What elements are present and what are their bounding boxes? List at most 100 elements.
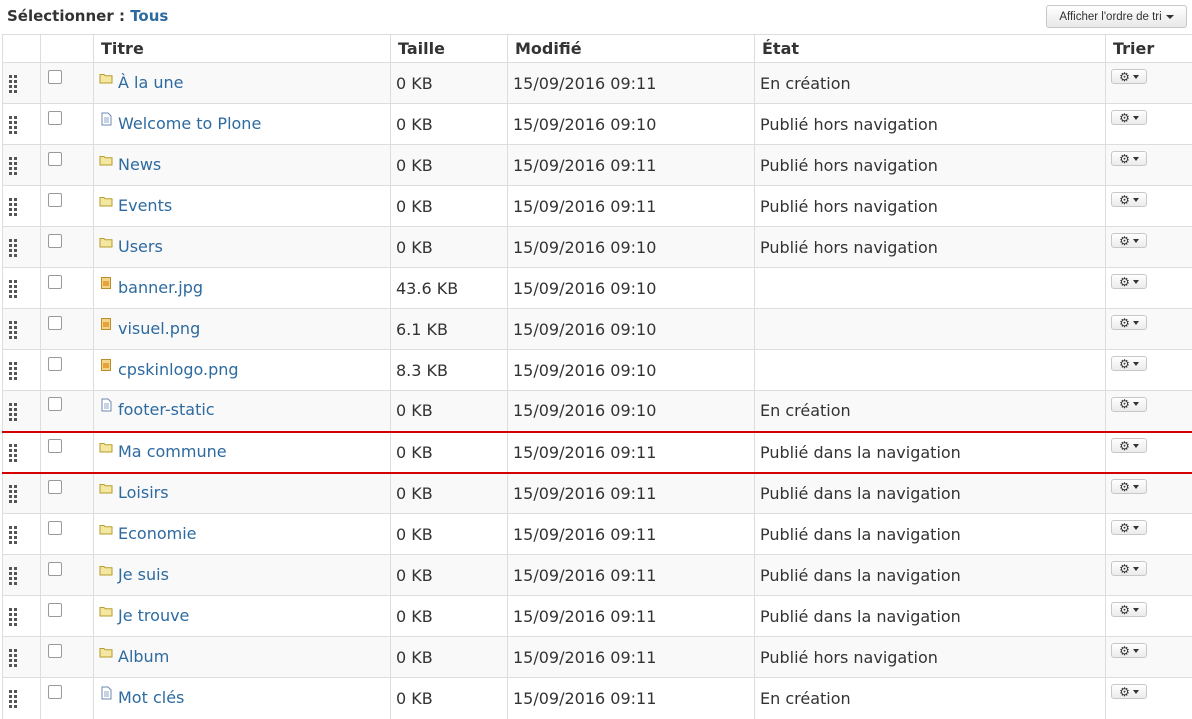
- row-checkbox[interactable]: [48, 685, 62, 699]
- table-row[interactable]: cpskinlogo.png8.3 KB15/09/2016 09:10⚙: [3, 350, 1192, 391]
- drag-handle-icon[interactable]: [9, 444, 17, 462]
- table-row[interactable]: Events0 KB15/09/2016 09:11Publié hors na…: [3, 186, 1192, 227]
- row-actions-button[interactable]: ⚙: [1111, 274, 1147, 289]
- row-checkbox[interactable]: [48, 480, 62, 494]
- item-title-link[interactable]: banner.jpg: [118, 278, 203, 297]
- drag-handle-icon[interactable]: [9, 239, 17, 257]
- row-actions-button[interactable]: ⚙: [1111, 561, 1147, 576]
- table-row[interactable]: Album0 KB15/09/2016 09:11Publié hors nav…: [3, 637, 1192, 678]
- drag-handle-icon[interactable]: [9, 157, 17, 175]
- row-actions-button[interactable]: ⚙: [1111, 602, 1147, 617]
- table-row[interactable]: Mot clés0 KB15/09/2016 09:11En création⚙: [3, 678, 1192, 719]
- gear-icon: ⚙: [1119, 112, 1130, 124]
- item-title-link[interactable]: Users: [118, 237, 163, 256]
- item-title-link[interactable]: visuel.png: [118, 319, 200, 338]
- title-cell: Mot clés: [94, 678, 391, 719]
- row-actions-button[interactable]: ⚙: [1111, 520, 1147, 535]
- row-checkbox[interactable]: [48, 234, 62, 248]
- row-checkbox[interactable]: [48, 70, 62, 84]
- header-title[interactable]: Titre: [94, 35, 391, 63]
- drag-handle-icon[interactable]: [9, 690, 17, 708]
- drag-handle-icon[interactable]: [9, 321, 17, 339]
- row-actions-button[interactable]: ⚙: [1111, 69, 1147, 84]
- row-checkbox[interactable]: [48, 357, 62, 371]
- row-actions-button[interactable]: ⚙: [1111, 684, 1147, 699]
- item-title-link[interactable]: Je trouve: [118, 606, 189, 625]
- sort-order-label: Afficher l'ordre de tri: [1059, 11, 1161, 23]
- header-modified[interactable]: Modifié: [508, 35, 755, 63]
- row-checkbox[interactable]: [48, 644, 62, 658]
- drag-handle-icon[interactable]: [9, 608, 17, 626]
- item-title-link[interactable]: Ma commune: [118, 442, 227, 461]
- item-title-link[interactable]: News: [118, 155, 161, 174]
- header-size[interactable]: Taille: [391, 35, 508, 63]
- item-title-link[interactable]: Welcome to Plone: [118, 114, 261, 133]
- drag-handle-cell: [3, 432, 41, 473]
- folder-icon: [99, 73, 118, 92]
- row-checkbox[interactable]: [48, 603, 62, 617]
- table-row[interactable]: Loisirs0 KB15/09/2016 09:11Publié dans l…: [3, 473, 1192, 514]
- row-checkbox[interactable]: [48, 562, 62, 576]
- item-title-link[interactable]: Loisirs: [118, 483, 169, 502]
- row-actions-button[interactable]: ⚙: [1111, 151, 1147, 166]
- item-title-link[interactable]: footer-static: [118, 400, 215, 419]
- row-actions-button[interactable]: ⚙: [1111, 643, 1147, 658]
- row-actions-button[interactable]: ⚙: [1111, 233, 1147, 248]
- row-checkbox[interactable]: [48, 152, 62, 166]
- chevron-down-icon: [1133, 485, 1139, 489]
- drag-handle-icon[interactable]: [9, 649, 17, 667]
- row-actions-button[interactable]: ⚙: [1111, 438, 1147, 453]
- item-title-link[interactable]: Mot clés: [118, 688, 184, 707]
- drag-handle-icon[interactable]: [9, 116, 17, 134]
- row-checkbox[interactable]: [48, 275, 62, 289]
- item-title-link[interactable]: Events: [118, 196, 172, 215]
- state-cell: Publié hors navigation: [755, 145, 1106, 186]
- table-row[interactable]: Ma commune0 KB15/09/2016 09:11Publié dan…: [3, 432, 1192, 473]
- item-title-link[interactable]: Economie: [118, 524, 197, 543]
- drag-handle-icon[interactable]: [9, 362, 17, 380]
- row-actions-button[interactable]: ⚙: [1111, 397, 1147, 412]
- row-actions-button[interactable]: ⚙: [1111, 356, 1147, 371]
- title-cell: Economie: [94, 514, 391, 555]
- row-checkbox[interactable]: [48, 397, 62, 411]
- table-row[interactable]: Je trouve0 KB15/09/2016 09:11Publié dans…: [3, 596, 1192, 637]
- state-cell: [755, 268, 1106, 309]
- row-actions-button[interactable]: ⚙: [1111, 192, 1147, 207]
- drag-handle-icon[interactable]: [9, 75, 17, 93]
- row-checkbox[interactable]: [48, 521, 62, 535]
- sort-order-button[interactable]: Afficher l'ordre de tri: [1046, 5, 1187, 28]
- chevron-down-icon: [1133, 157, 1139, 161]
- drag-handle-icon[interactable]: [9, 280, 17, 298]
- drag-handle-icon[interactable]: [9, 526, 17, 544]
- item-title-link[interactable]: À la une: [118, 73, 184, 92]
- table-row[interactable]: À la une0 KB15/09/2016 09:11En création⚙: [3, 63, 1192, 104]
- table-row[interactable]: Je suis0 KB15/09/2016 09:11Publié dans l…: [3, 555, 1192, 596]
- drag-handle-icon[interactable]: [9, 403, 17, 421]
- row-checkbox[interactable]: [48, 439, 62, 453]
- row-checkbox[interactable]: [48, 193, 62, 207]
- drag-handle-icon[interactable]: [9, 567, 17, 585]
- table-row[interactable]: News0 KB15/09/2016 09:11Publié hors navi…: [3, 145, 1192, 186]
- table-row[interactable]: footer-static0 KB15/09/2016 09:10En créa…: [3, 391, 1192, 432]
- size-cell: 0 KB: [391, 145, 508, 186]
- modified-cell: 15/09/2016 09:10: [508, 227, 755, 268]
- table-row[interactable]: banner.jpg43.6 KB15/09/2016 09:10⚙: [3, 268, 1192, 309]
- row-actions-button[interactable]: ⚙: [1111, 110, 1147, 125]
- row-checkbox[interactable]: [48, 316, 62, 330]
- table-row[interactable]: Users0 KB15/09/2016 09:10Publié hors nav…: [3, 227, 1192, 268]
- row-checkbox[interactable]: [48, 111, 62, 125]
- item-title-link[interactable]: Je suis: [118, 565, 169, 584]
- item-title-link[interactable]: Album: [118, 647, 169, 666]
- row-actions-button[interactable]: ⚙: [1111, 315, 1147, 330]
- table-row[interactable]: Economie0 KB15/09/2016 09:11Publié dans …: [3, 514, 1192, 555]
- row-actions-button[interactable]: ⚙: [1111, 479, 1147, 494]
- select-all-link[interactable]: Tous: [130, 7, 168, 25]
- drag-handle-icon[interactable]: [9, 198, 17, 216]
- table-row[interactable]: Welcome to Plone0 KB15/09/2016 09:10Publ…: [3, 104, 1192, 145]
- title-cell: News: [94, 145, 391, 186]
- header-state[interactable]: État: [755, 35, 1106, 63]
- item-title-link[interactable]: cpskinlogo.png: [118, 360, 239, 379]
- sort-cell: ⚙: [1106, 637, 1192, 678]
- drag-handle-icon[interactable]: [9, 485, 17, 503]
- table-row[interactable]: visuel.png6.1 KB15/09/2016 09:10⚙: [3, 309, 1192, 350]
